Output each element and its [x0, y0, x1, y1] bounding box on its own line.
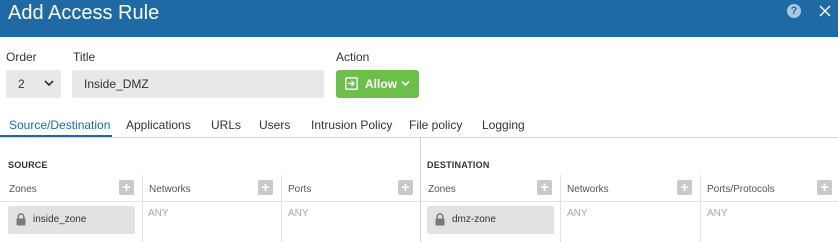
tab-bar: Source/Destination Applications URLs Use… [0, 112, 838, 138]
column-divider [700, 175, 701, 242]
destination-zone-chip[interactable]: dmz-zone [427, 206, 554, 234]
column-divider [560, 175, 561, 242]
source-zones-label: Zones [9, 184, 37, 195]
add-destination-zone-button[interactable]: + [537, 180, 552, 195]
action-value: Allow [365, 77, 397, 91]
column-divider [142, 175, 143, 242]
dialog-title: Add Access Rule [8, 2, 160, 24]
source-section-title: SOURCE [8, 160, 48, 170]
active-tab-indicator [0, 135, 112, 137]
tab-applications[interactable]: Applications [126, 118, 191, 132]
chevron-down-icon [401, 80, 410, 87]
tab-intrusion-policy[interactable]: Intrusion Policy [311, 118, 392, 132]
column-divider [281, 175, 282, 242]
action-label: Action [336, 50, 370, 64]
source-ports-any: ANY [288, 208, 309, 219]
enter-arrow-icon [345, 77, 358, 90]
destination-zone-name: dmz-zone [452, 214, 496, 225]
add-destination-port-button[interactable]: + [817, 180, 832, 195]
tab-logging[interactable]: Logging [482, 118, 525, 132]
source-zone-chip[interactable]: inside_zone [8, 206, 135, 234]
destination-networks-any: ANY [567, 208, 588, 219]
tab-users[interactable]: Users [259, 118, 290, 132]
close-icon[interactable] [818, 4, 832, 18]
add-source-zone-button[interactable]: + [119, 180, 134, 195]
tab-source-destination[interactable]: Source/Destination [9, 118, 110, 132]
header-row-divider [0, 201, 420, 202]
tab-file-policy[interactable]: File policy [409, 118, 462, 132]
title-label: Title [73, 50, 96, 64]
title-input[interactable]: Inside_DMZ [72, 70, 324, 98]
lock-icon [435, 213, 445, 226]
dialog-header: Add Access Rule ? [0, 0, 838, 37]
source-networks-label: Networks [149, 184, 191, 195]
destination-ports-any: ANY [707, 208, 728, 219]
source-ports-label: Ports [288, 184, 312, 195]
destination-networks-label: Networks [567, 184, 609, 195]
chevron-down-icon [44, 80, 54, 87]
destination-ports-label: Ports/Protocols [707, 184, 775, 195]
order-select[interactable]: 2 [6, 70, 61, 98]
order-label: Order [6, 50, 37, 64]
action-dropdown-button[interactable]: Allow [336, 70, 419, 98]
destination-section-title: DESTINATION [427, 160, 490, 170]
tab-urls[interactable]: URLs [211, 118, 241, 132]
lock-icon [16, 213, 26, 226]
destination-zones-label: Zones [428, 184, 456, 195]
help-icon[interactable]: ? [787, 4, 801, 18]
order-value: 2 [18, 77, 25, 91]
add-destination-network-button[interactable]: + [677, 180, 692, 195]
source-zone-name: inside_zone [33, 214, 87, 225]
add-source-port-button[interactable]: + [398, 180, 413, 195]
add-source-network-button[interactable]: + [258, 180, 273, 195]
header-row-divider [421, 201, 838, 202]
source-networks-any: ANY [148, 208, 169, 219]
source-destination-divider [420, 138, 421, 242]
